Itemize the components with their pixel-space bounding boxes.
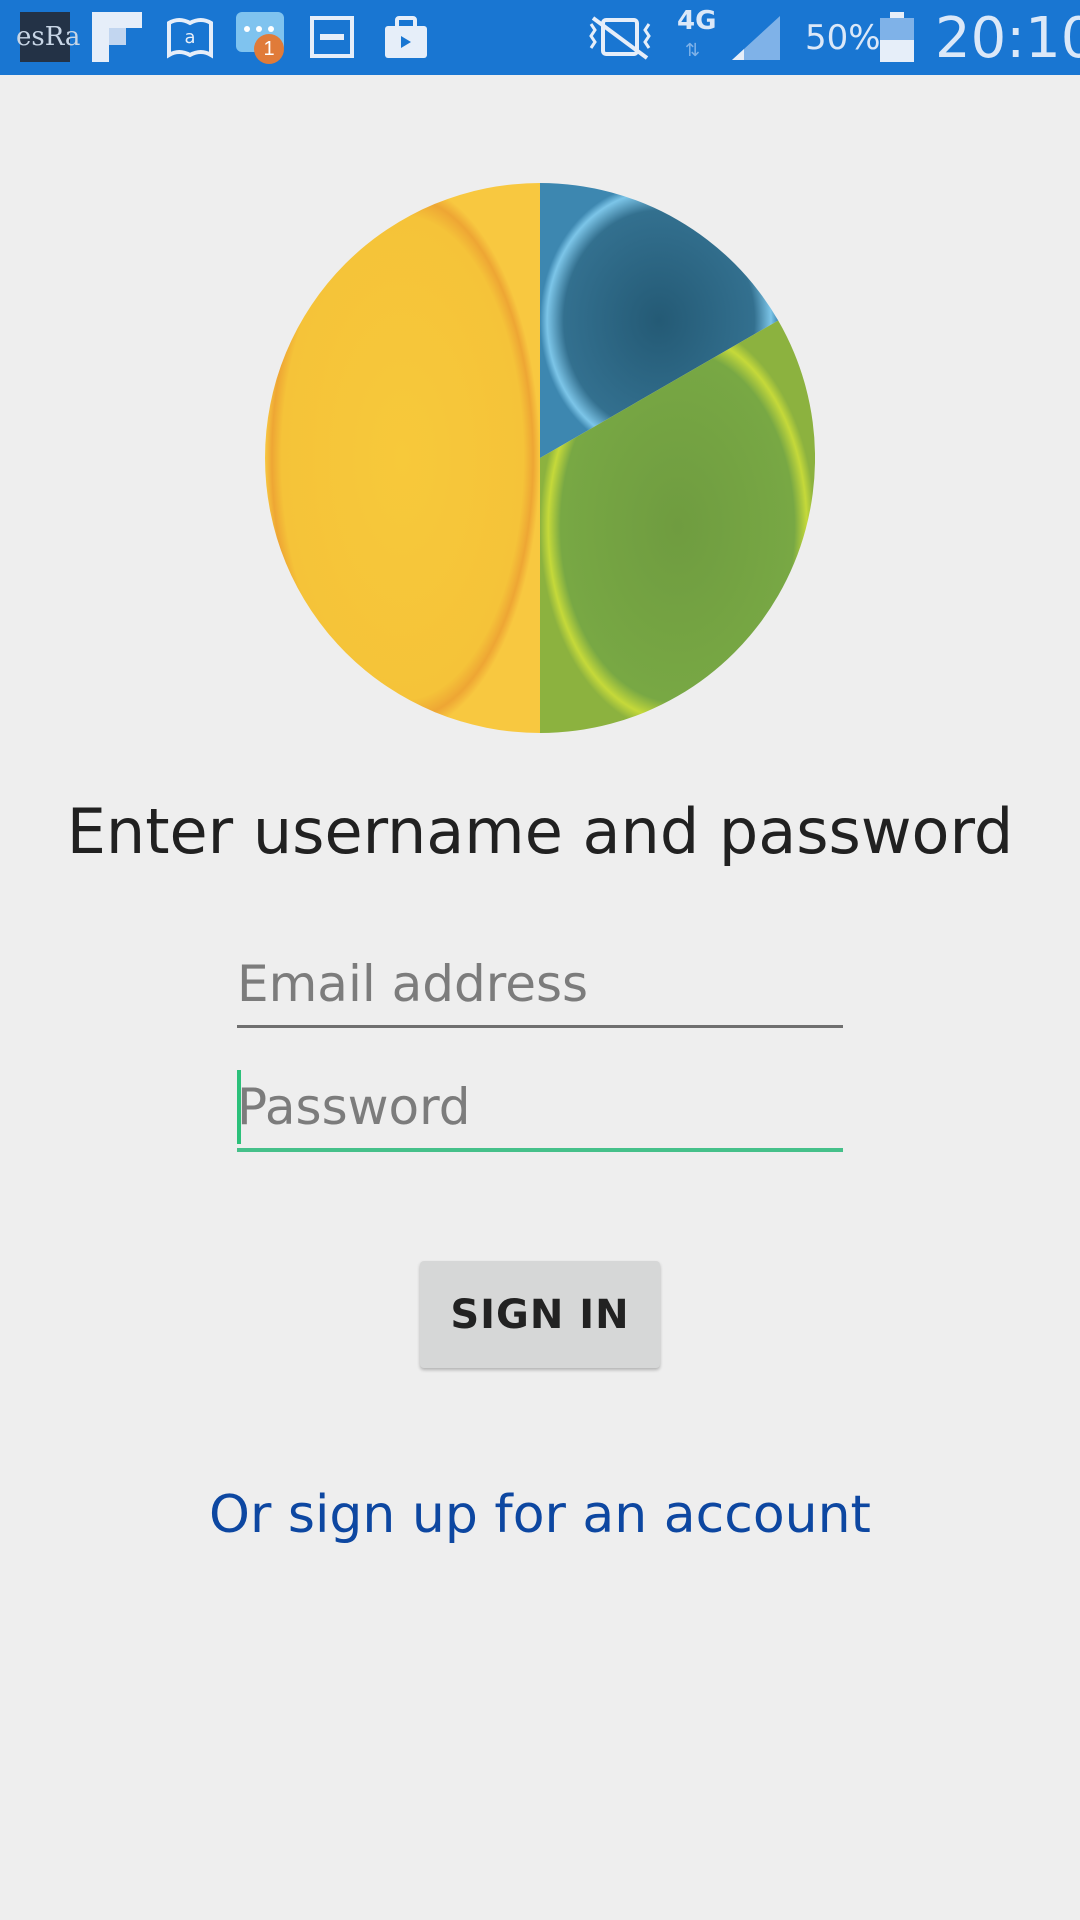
flipboard-icon bbox=[92, 12, 142, 62]
login-title: Enter username and password bbox=[66, 795, 1014, 868]
status-bar: esRa a 1 4G ⇅ 50% 20:10 bbox=[0, 0, 1080, 75]
app-logo-icon: esRa bbox=[16, 12, 80, 62]
amazon-kindle-icon: a bbox=[167, 18, 213, 59]
sign-up-link[interactable]: Or sign up for an account bbox=[0, 1485, 1080, 1545]
app-logo-pie bbox=[265, 183, 815, 733]
email-field[interactable] bbox=[237, 942, 843, 1028]
clock: 20:10 bbox=[935, 6, 1080, 71]
text-cursor bbox=[237, 1070, 241, 1144]
vibrate-icon bbox=[589, 16, 651, 60]
briefcase-icon bbox=[385, 16, 427, 58]
media-icon bbox=[310, 16, 354, 58]
sign-in-button[interactable]: SIGN IN bbox=[420, 1261, 660, 1368]
network-4g-icon: 4G ⇅ bbox=[677, 6, 717, 60]
notification-badge: 1 bbox=[254, 34, 284, 64]
battery-percent: 50% bbox=[805, 18, 881, 58]
messages-icon: 1 bbox=[236, 12, 284, 64]
svg-text:a: a bbox=[184, 27, 195, 48]
battery-icon bbox=[880, 12, 914, 62]
password-field[interactable] bbox=[237, 1066, 843, 1152]
signal-icon bbox=[732, 16, 780, 60]
pie-slice-yellow bbox=[265, 183, 540, 733]
